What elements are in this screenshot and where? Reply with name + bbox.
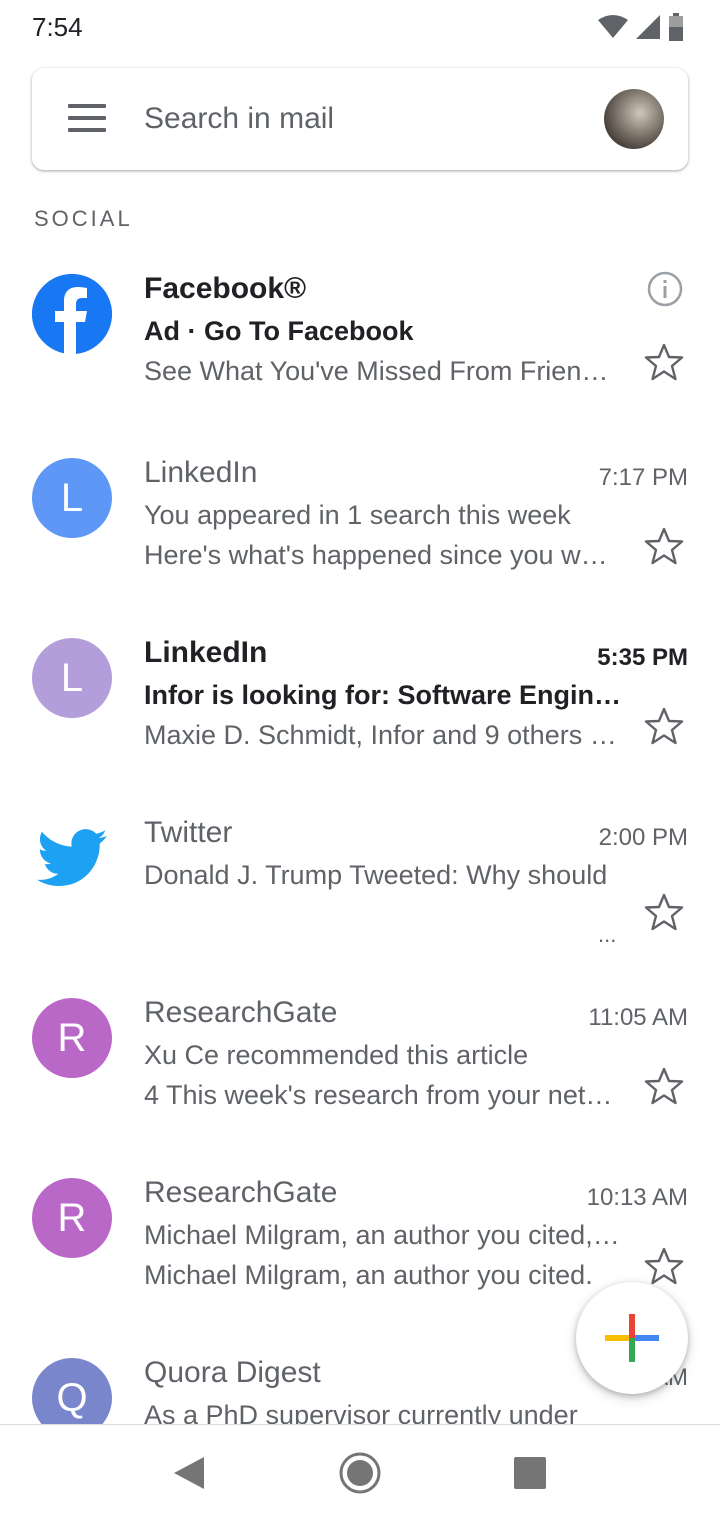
star-icon[interactable] bbox=[644, 342, 684, 382]
star-icon[interactable] bbox=[644, 892, 684, 932]
sender-avatar: R bbox=[32, 1178, 112, 1258]
mail-sender: Quora Digest bbox=[144, 1356, 321, 1389]
mail-time: 11:05 AM bbox=[588, 1004, 688, 1031]
mail-subject: As a PhD supervisor currently under bbox=[144, 1400, 578, 1424]
sender-avatar: L bbox=[32, 638, 112, 718]
compose-plus-icon bbox=[605, 1314, 659, 1362]
mail-snippet: Maxie D. Schmidt, Infor and 9 others sha… bbox=[144, 720, 622, 750]
mail-time: 10:13 AM bbox=[586, 1184, 688, 1211]
back-icon[interactable] bbox=[170, 1455, 206, 1491]
sender-avatar: Q bbox=[32, 1358, 112, 1424]
sender-avatar: R bbox=[32, 998, 112, 1078]
account-avatar[interactable] bbox=[604, 89, 664, 149]
mail-subject: Xu Ce recommended this article bbox=[144, 1040, 529, 1070]
star-icon[interactable] bbox=[644, 1246, 684, 1286]
mail-snippet: ... bbox=[598, 922, 617, 947]
search-input[interactable] bbox=[144, 96, 564, 142]
mail-sender: ResearchGate bbox=[144, 996, 338, 1029]
compose-button[interactable] bbox=[576, 1282, 688, 1394]
facebook-logo-icon bbox=[32, 274, 112, 354]
mail-row[interactable]: L LinkedIn 7:17 PM You appeared in 1 sea… bbox=[0, 436, 720, 616]
mail-row[interactable]: R ResearchGate 11:05 AM Xu Ce recommende… bbox=[0, 976, 720, 1156]
menu-icon[interactable] bbox=[68, 104, 106, 134]
home-icon[interactable] bbox=[338, 1451, 382, 1495]
mail-time: 7:17 PM bbox=[598, 464, 688, 491]
mail-subject: Donald J. Trump Tweeted: Why should bbox=[144, 860, 608, 890]
mail-sender: LinkedIn bbox=[144, 636, 268, 669]
mail-row[interactable]: Twitter 2:00 PM Donald J. Trump Tweeted:… bbox=[0, 796, 720, 976]
mail-subject: Ad · Go To Facebook bbox=[144, 316, 414, 346]
twitter-logo-icon bbox=[32, 818, 112, 898]
mail-time: 2:00 PM bbox=[598, 824, 688, 851]
battery-icon bbox=[669, 13, 683, 41]
star-icon[interactable] bbox=[644, 1066, 684, 1106]
mail-snippet: 4 This week's research from your network bbox=[144, 1080, 622, 1110]
info-icon[interactable] bbox=[646, 270, 684, 308]
system-nav-bar bbox=[0, 1424, 720, 1520]
mail-subject: You appeared in 1 search this week bbox=[144, 500, 571, 530]
status-time: 7:54 bbox=[32, 12, 83, 42]
mail-sender: Facebook® bbox=[144, 272, 307, 305]
mail-snippet: Here's what's happened since you were aw… bbox=[144, 540, 622, 570]
mail-subject: Michael Milgram, an author you cited, ha… bbox=[144, 1220, 624, 1250]
section-label: SOCIAL bbox=[34, 206, 133, 231]
star-icon[interactable] bbox=[644, 526, 684, 566]
mail-sender: ResearchGate bbox=[144, 1176, 338, 1209]
search-bar bbox=[32, 68, 688, 170]
mail-sender: LinkedIn bbox=[144, 456, 258, 489]
mail-row[interactable]: L LinkedIn 5:35 PM Infor is looking for:… bbox=[0, 616, 720, 796]
mail-subject: Infor is looking for: Software Engineer bbox=[144, 680, 624, 710]
mail-time: 5:35 PM bbox=[597, 644, 688, 671]
mail-snippet: See What You've Missed From Friends... bbox=[144, 356, 622, 386]
status-bar: 7:54 bbox=[0, 0, 720, 54]
mail-sender: Twitter bbox=[144, 816, 233, 849]
recents-icon[interactable] bbox=[514, 1457, 546, 1489]
sender-avatar: L bbox=[32, 458, 112, 538]
mail-row-facebook-ad[interactable]: Facebook® Ad · Go To Facebook See What Y… bbox=[0, 252, 720, 432]
star-icon[interactable] bbox=[644, 706, 684, 746]
wifi-icon bbox=[598, 15, 628, 38]
signal-icon bbox=[636, 15, 660, 39]
mail-snippet: Michael Milgram, an author you cited. bbox=[144, 1260, 593, 1290]
status-icons bbox=[598, 12, 684, 42]
